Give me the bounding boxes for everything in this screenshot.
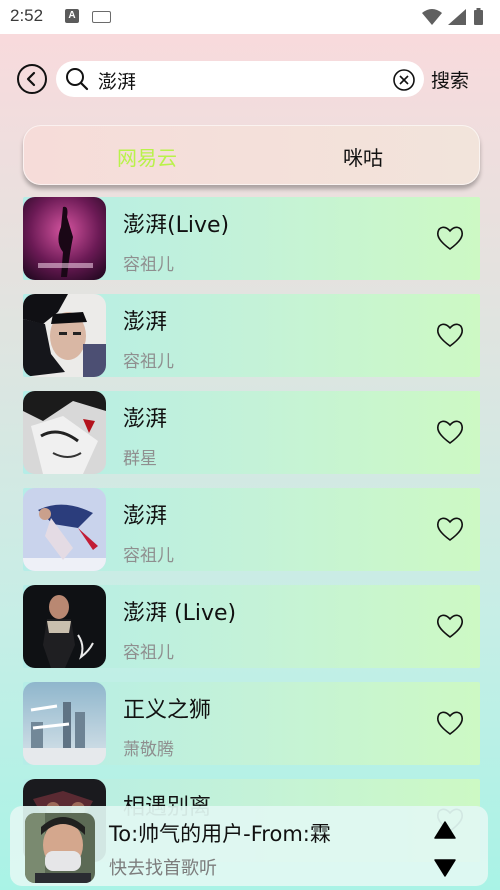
player-title: To:帅气的用户-From:霖 <box>109 822 331 846</box>
heart-icon[interactable] <box>435 321 465 349</box>
list-item[interactable]: 澎湃 容祖儿 <box>23 294 480 377</box>
heart-icon[interactable] <box>435 515 465 543</box>
song-artist: 萧敬腾 <box>123 740 174 760</box>
search-box[interactable] <box>56 61 424 97</box>
a-icon: A <box>65 9 79 23</box>
tab-netease[interactable]: 网易云 <box>117 142 177 171</box>
tab-migu[interactable]: 咪咕 <box>343 142 383 171</box>
album-cover <box>23 197 106 280</box>
keyboard-icon <box>92 11 111 23</box>
song-title: 澎湃 (Live) <box>123 601 237 626</box>
status-time: 2:52 <box>10 6 44 25</box>
source-tabs: 网易云 咪咕 <box>23 125 480 185</box>
album-cover <box>23 391 106 474</box>
chevron-left-icon <box>26 71 36 87</box>
song-artist: 容祖儿 <box>123 352 174 372</box>
triangle-down-icon[interactable] <box>433 858 457 878</box>
search-input[interactable] <box>96 65 400 95</box>
list-item[interactable]: 澎湃 群星 <box>23 391 480 474</box>
song-title: 澎湃(Live) <box>123 213 230 238</box>
song-title: 澎湃 <box>123 310 168 335</box>
triangle-up-icon[interactable] <box>433 820 457 840</box>
heart-icon[interactable] <box>435 418 465 446</box>
song-artist: 容祖儿 <box>123 255 174 275</box>
signal-icon <box>448 9 466 25</box>
song-artist: 容祖儿 <box>123 546 174 566</box>
list-item[interactable]: 正义之狮 萧敬腾 <box>23 682 480 765</box>
heart-icon[interactable] <box>435 709 465 737</box>
back-button[interactable] <box>17 64 47 94</box>
status-icons <box>422 8 483 25</box>
list-item[interactable]: 澎湃(Live) 容祖儿 <box>23 197 480 280</box>
song-title: 澎湃 <box>123 407 168 432</box>
song-title: 正义之狮 <box>123 698 212 723</box>
heart-icon[interactable] <box>435 612 465 640</box>
wifi-icon <box>422 9 442 25</box>
search-icon <box>66 68 89 91</box>
song-artist: 群星 <box>123 449 157 469</box>
player-subtitle: 快去找首歌听 <box>109 858 217 879</box>
album-cover <box>23 488 106 571</box>
song-artist: 容祖儿 <box>123 643 174 663</box>
album-cover <box>23 294 106 377</box>
clear-icon[interactable] <box>392 68 416 92</box>
search-button[interactable]: 搜索 <box>431 66 469 93</box>
mini-player[interactable]: To:帅气的用户-From:霖 快去找首歌听 <box>10 806 488 886</box>
status-bar: 2:52 A <box>0 0 500 34</box>
player-avatar <box>25 813 95 883</box>
list-item[interactable]: 澎湃 (Live) 容祖儿 <box>23 585 480 668</box>
list-item[interactable]: 澎湃 容祖儿 <box>23 488 480 571</box>
song-title: 澎湃 <box>123 504 168 529</box>
battery-icon <box>474 8 483 25</box>
album-cover <box>23 585 106 668</box>
heart-icon[interactable] <box>435 224 465 252</box>
album-cover <box>23 682 106 765</box>
